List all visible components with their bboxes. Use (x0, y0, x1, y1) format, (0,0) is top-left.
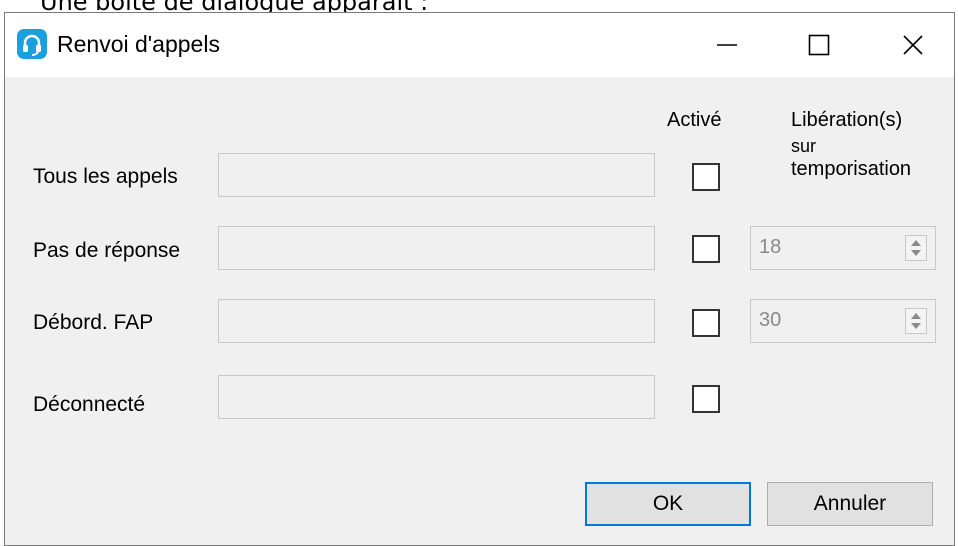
all-calls-checkbox[interactable] (692, 163, 720, 191)
all-calls-field[interactable] (218, 153, 655, 197)
maximize-button[interactable] (789, 21, 849, 69)
window-title: Renvoi d'appels (57, 31, 220, 57)
spin-arrows-icon[interactable] (905, 308, 927, 334)
no-answer-field[interactable] (218, 226, 655, 270)
cancel-button[interactable]: Annuler (767, 482, 933, 526)
disconnected-label: Déconnecté (33, 393, 146, 416)
no-answer-label: Pas de réponse (33, 239, 181, 262)
no-answer-timer-stepper[interactable]: 18 (750, 226, 936, 270)
headset-icon (17, 29, 47, 59)
overflow-timer-value: 30 (759, 309, 782, 331)
close-button[interactable] (883, 21, 943, 69)
maximize-icon (808, 34, 830, 56)
disconnected-checkbox[interactable] (692, 385, 720, 413)
spin-arrows-icon[interactable] (905, 235, 927, 261)
close-icon (903, 35, 923, 55)
release-header-line3: temporisation (791, 158, 912, 180)
release-header-line2: sur (791, 136, 817, 156)
overflow-label: Débord. FAP (33, 311, 154, 334)
disconnected-field[interactable] (218, 375, 655, 419)
overflow-checkbox[interactable] (692, 309, 720, 337)
release-header-line1: Libération(s) (791, 109, 903, 131)
minimize-button[interactable] (697, 21, 757, 69)
overflow-timer-stepper[interactable]: 30 (750, 299, 936, 343)
call-forward-dialog: Renvoi d'appels Activé Libération(s) sur… (4, 12, 955, 546)
no-answer-timer-value: 18 (759, 236, 782, 258)
title-bar: Renvoi d'appels (5, 13, 954, 77)
active-column-header: Activé (667, 109, 722, 131)
all-calls-label: Tous les appels (33, 165, 178, 188)
minimize-icon (717, 44, 737, 46)
no-answer-checkbox[interactable] (692, 235, 720, 263)
ok-button[interactable]: OK (585, 482, 751, 526)
overflow-field[interactable] (218, 299, 655, 343)
